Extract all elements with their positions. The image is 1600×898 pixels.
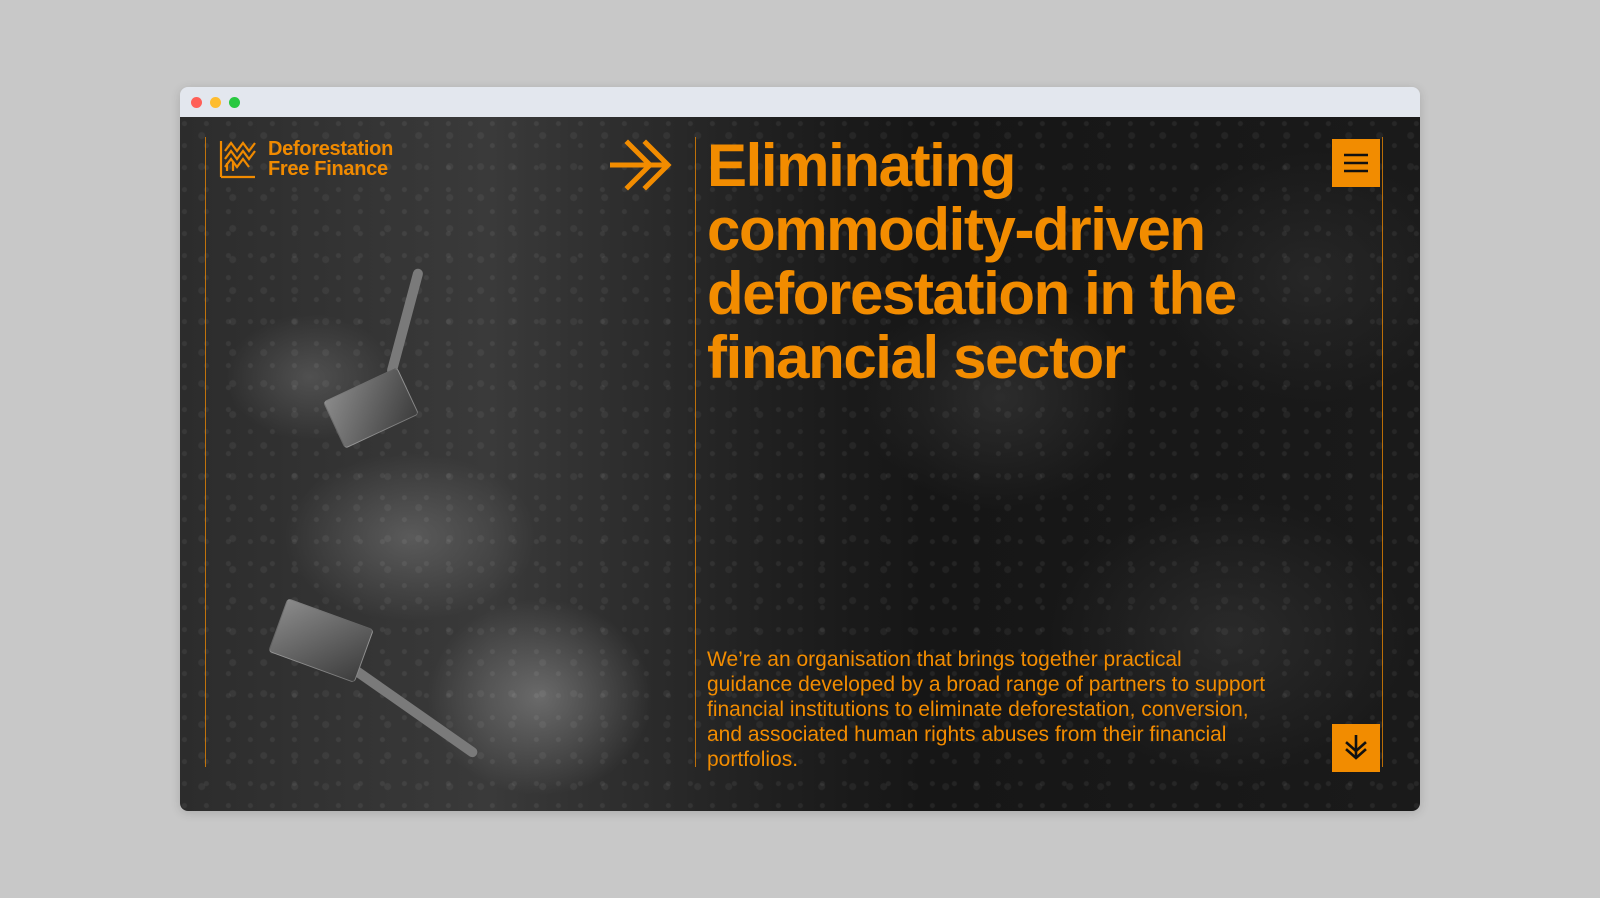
hero-section: Deforestation Free Finance Eliminating c… [180, 117, 1420, 811]
logo-text: Deforestation Free Finance [268, 139, 393, 179]
intro-paragraph: We’re an organisation that brings togeth… [707, 648, 1266, 771]
logo-text-line1: Deforestation [268, 138, 394, 160]
minimize-window-button[interactable] [210, 97, 221, 108]
double-chevron-down-icon [1345, 735, 1367, 760]
divider-line-right [1382, 137, 1383, 767]
divider-line-middle [695, 137, 696, 767]
scroll-down-button[interactable] [1332, 724, 1380, 772]
close-window-button[interactable] [191, 97, 202, 108]
deforestation-free-finance-logo-icon [219, 141, 256, 179]
browser-title-bar [180, 87, 1420, 117]
hamburger-menu-icon [1344, 153, 1368, 173]
browser-window: Deforestation Free Finance Eliminating c… [180, 87, 1420, 811]
page-title: Eliminating commodity-driven deforestati… [707, 132, 1237, 391]
logo-text-line2: Free Finance [268, 158, 388, 180]
divider-line-left [205, 137, 206, 767]
maximize-window-button[interactable] [229, 97, 240, 108]
double-arrow-right-icon [610, 139, 672, 191]
site-logo[interactable]: Deforestation Free Finance [218, 137, 393, 181]
menu-button[interactable] [1332, 139, 1380, 187]
